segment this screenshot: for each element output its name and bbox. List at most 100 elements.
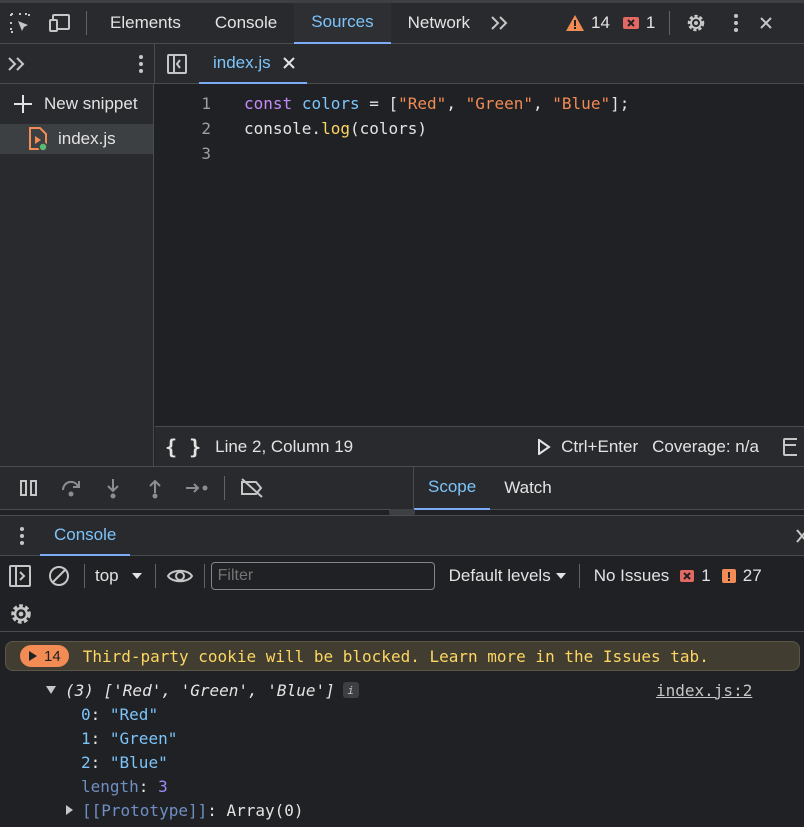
context-value: top [95, 566, 119, 585]
console-settings-row [0, 596, 804, 632]
colon: : [90, 704, 110, 724]
toolbar-divider [669, 11, 671, 35]
pretty-print-icon[interactable]: { } [165, 435, 201, 459]
drawer-menu-icon[interactable] [19, 526, 25, 546]
step-out-icon[interactable] [134, 467, 176, 509]
devtools-toolbar: Elements Console Sources Network 14 1 [0, 0, 804, 44]
array-length-row: length: 3 [0, 774, 804, 798]
entry-key: 2 [81, 752, 91, 772]
expand-triangle-icon [29, 651, 37, 661]
debugger-controls: Scope Watch [0, 466, 804, 510]
colon: : [207, 800, 227, 820]
toolbar-divider [578, 564, 580, 588]
toolbar-divider [84, 564, 85, 588]
console-filter-input[interactable] [210, 562, 435, 590]
run-snippet-button[interactable]: Ctrl+Enter [537, 437, 638, 457]
entry-value: "Red" [109, 704, 159, 724]
new-snippet-label: New snippet [44, 94, 138, 113]
third-party-cookie-issue[interactable]: 14 Third-party cookie will be blocked. L… [5, 641, 800, 671]
code-line-content: const colors = ["Red", "Green", "Blue"]; [244, 94, 630, 113]
issue-warning-count: 27 [742, 566, 762, 585]
console-log-output: (3) ['Red', 'Green', 'Blue'] i index.js:… [0, 678, 804, 822]
live-expression-eye-icon[interactable] [162, 556, 198, 596]
issue-warning-icon [721, 569, 736, 583]
collapse-triangle-icon[interactable] [45, 685, 57, 695]
array-entry-row: 2: "Blue" [0, 750, 804, 774]
code-editor[interactable]: 1 const colors = ["Red", "Green", "Blue"… [155, 85, 804, 426]
close-drawer-icon[interactable] [796, 529, 804, 543]
deactivate-breakpoints-icon[interactable] [231, 467, 273, 509]
code-line-content: console.log(colors) [244, 119, 428, 138]
tab-console[interactable]: Console [198, 3, 294, 44]
console-settings-gear-icon[interactable] [8, 601, 34, 627]
array-entry-row: 0: "Red" [0, 702, 804, 726]
plus-icon [14, 95, 32, 113]
log-levels-dropdown[interactable]: Default levels [449, 566, 567, 586]
entry-value: "Green" [109, 728, 178, 748]
code-line: 3 [155, 141, 804, 166]
step-into-icon[interactable] [92, 467, 134, 509]
editor-tabs: index.js [154, 44, 804, 84]
step-over-icon[interactable] [50, 467, 92, 509]
array-summary-row[interactable]: (3) ['Red', 'Green', 'Blue'] i index.js:… [0, 678, 804, 702]
prototype-key: [[Prototype]] [82, 800, 208, 820]
array-entry-row: 1: "Green" [0, 726, 804, 750]
line-number: 1 [201, 94, 211, 113]
warnings-badge[interactable]: 14 [565, 13, 610, 33]
warning-icon [565, 15, 584, 31]
step-icon[interactable] [176, 467, 218, 509]
device-toolbar-icon[interactable] [40, 3, 80, 43]
toolbar-divider [86, 11, 87, 35]
issue-message: Third-party cookie will be blocked. Lear… [82, 646, 709, 666]
snippet-file-icon [29, 127, 48, 151]
new-snippet-button[interactable]: New snippet [0, 84, 153, 124]
length-key: length [81, 776, 139, 796]
editor-tab-label: index.js [213, 52, 271, 72]
chevron-down-icon [131, 573, 142, 579]
errors-badge[interactable]: 1 [622, 13, 655, 33]
more-navigator-tabs-icon[interactable] [6, 56, 28, 72]
tab-scope[interactable]: Scope [414, 466, 491, 510]
inspect-element-icon[interactable] [0, 3, 40, 43]
tab-sources[interactable]: Sources [294, 2, 391, 44]
error-icon [622, 17, 639, 29]
navigator-header [0, 44, 154, 84]
source-link[interactable]: index.js:2 [656, 681, 752, 700]
toggle-navigator-icon[interactable] [155, 44, 199, 84]
close-devtools-icon[interactable] [756, 3, 776, 43]
editor-status-bar: { } Line 2, Column 19 Ctrl+Enter Coverag… [155, 426, 804, 466]
pause-icon[interactable] [8, 467, 50, 509]
tab-network[interactable]: Network [391, 3, 487, 44]
run-shortcut: Ctrl+Enter [561, 436, 639, 456]
issue-count-pill[interactable]: 14 [20, 645, 69, 667]
tab-watch[interactable]: Watch [490, 466, 566, 510]
close-tab-icon[interactable] [282, 56, 295, 69]
navigator-menu-icon[interactable] [138, 54, 144, 74]
prototype-row[interactable]: [[Prototype]]: Array(0) [0, 798, 804, 822]
console-sidebar-icon[interactable] [0, 556, 40, 596]
more-tabs-icon[interactable] [487, 3, 511, 43]
chevron-down-icon [555, 573, 566, 579]
colon: : [138, 776, 159, 796]
clear-console-icon[interactable] [40, 556, 78, 596]
context-selector[interactable]: top [95, 566, 143, 586]
colon: : [90, 752, 110, 772]
snippets-navigator: New snippet index.js [0, 84, 154, 466]
drawer-tab-console[interactable]: Console [40, 516, 131, 556]
issue-count: 14 [44, 647, 61, 665]
toggle-debugger-sidebar-icon[interactable] [782, 437, 797, 457]
toolbar-divider [224, 476, 225, 500]
settings-gear-icon[interactable] [676, 3, 716, 43]
entry-key: 0 [81, 704, 91, 724]
snippet-file-name: index.js [58, 129, 116, 148]
cursor-position: Line 2, Column 19 [215, 436, 354, 456]
tab-elements[interactable]: Elements [93, 3, 198, 44]
editor-tab-index-js[interactable]: index.js [199, 44, 307, 84]
log-levels-label: Default levels [448, 566, 551, 585]
toolbar-divider [203, 564, 205, 588]
no-issues-label[interactable]: No Issues [594, 566, 670, 586]
info-icon[interactable]: i [342, 682, 359, 698]
more-options-icon[interactable] [716, 3, 756, 43]
expand-triangle-icon[interactable] [65, 804, 74, 816]
snippet-file-item[interactable]: index.js [0, 124, 153, 154]
